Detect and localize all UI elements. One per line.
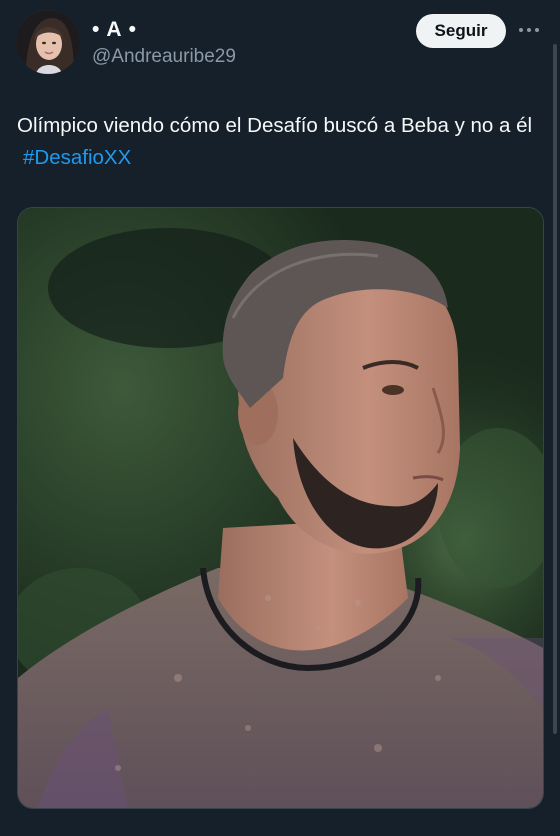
hashtag-link[interactable]: #DesafioXX xyxy=(23,146,131,169)
scrollbar[interactable] xyxy=(553,44,557,734)
handle[interactable]: @Andreauribe29 xyxy=(92,44,236,70)
tweet-header: • A • @Andreauribe29 Seguir xyxy=(16,10,544,76)
photo-image xyxy=(18,208,543,808)
tweet-text: Olímpico viendo cómo el Desafío buscó a … xyxy=(17,110,547,174)
tweet-body: Olímpico viendo cómo el Desafío buscó a … xyxy=(17,114,533,137)
follow-button[interactable]: Seguir xyxy=(416,14,506,48)
author-names: • A • @Andreauribe29 xyxy=(92,18,236,70)
display-name[interactable]: • A • xyxy=(92,18,236,42)
tweet-photo[interactable] xyxy=(17,207,544,809)
avatar[interactable] xyxy=(16,10,80,74)
tweet: • A • @Andreauribe29 Seguir Olímpico vie… xyxy=(0,0,560,836)
avatar-image xyxy=(16,10,80,74)
more-horizontal-icon[interactable] xyxy=(516,20,542,40)
